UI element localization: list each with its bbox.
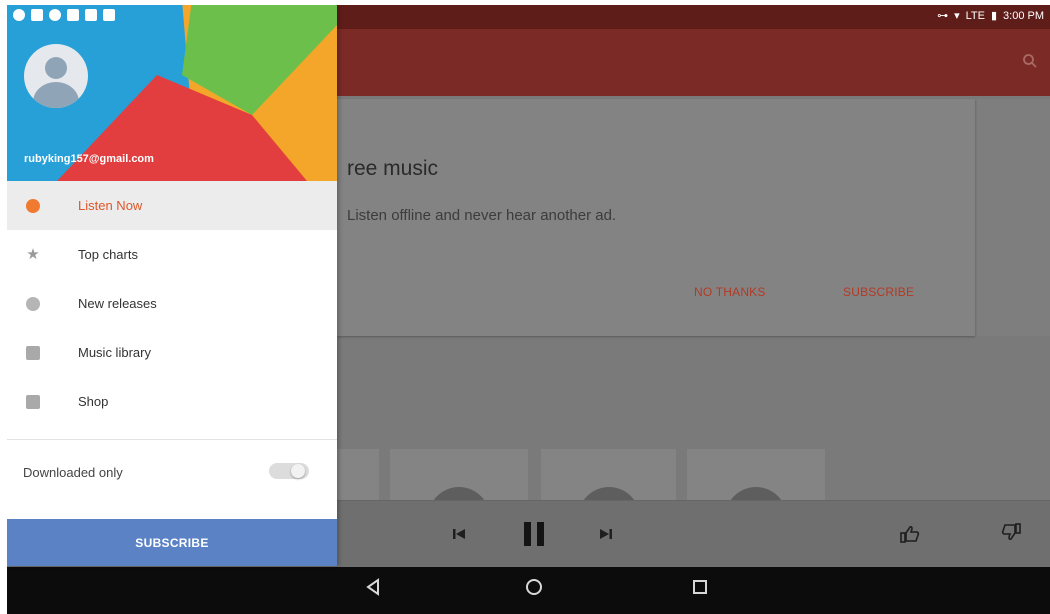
menu-item-listen-now[interactable]: Listen Now	[7, 181, 337, 230]
menu-item-new-releases[interactable]: New releases	[7, 279, 337, 328]
mail-icon	[31, 9, 43, 21]
status-right: ⊶ ▾ LTE ▮ 3:00 PM	[937, 9, 1044, 23]
record-icon	[49, 9, 61, 21]
downloaded-only-toggle[interactable]	[269, 463, 309, 479]
thumbs-up-icon[interactable]	[900, 525, 920, 543]
subscribe-promo-card: ree music Listen offline and never hear …	[337, 99, 975, 336]
menu-item-top-charts[interactable]: ★ Top charts	[7, 230, 337, 279]
music-library-icon	[26, 345, 40, 360]
drawer-header: rubyking157@gmail.com	[7, 5, 337, 181]
system-navigation-bar	[7, 567, 1050, 614]
album-card[interactable]	[541, 449, 676, 507]
wifi-icon: ▾	[954, 10, 960, 22]
new-releases-icon	[26, 296, 40, 311]
album-card[interactable]	[390, 449, 528, 507]
album-card[interactable]	[687, 449, 825, 507]
menu-item-label: Top charts	[78, 247, 138, 262]
status-time: 3:00 PM	[1003, 9, 1044, 22]
no-thanks-button[interactable]: NO THANKS	[694, 285, 766, 299]
account-email[interactable]: rubyking157@gmail.com	[24, 153, 154, 165]
downloaded-only-label: Downloaded only	[23, 465, 123, 480]
drawer-subscribe-button[interactable]: SUBSCRIBE	[7, 519, 337, 566]
pause-icon[interactable]	[521, 521, 547, 547]
drawer-menu: Listen Now ★ Top charts New releases Mus…	[7, 181, 337, 426]
recents-icon[interactable]	[691, 578, 709, 596]
battery-icon: ▮	[990, 10, 998, 22]
album-card[interactable]	[337, 449, 379, 507]
message-icon	[103, 9, 115, 21]
clipboard-icon	[85, 9, 97, 21]
network-type: LTE	[965, 9, 985, 22]
menu-item-label: Music library	[78, 345, 151, 360]
search-icon[interactable]	[1022, 53, 1038, 69]
thumbs-down-icon[interactable]	[1001, 523, 1021, 541]
menu-item-label: Shop	[78, 394, 109, 409]
promo-body: Listen offline and never hear another ad…	[347, 207, 617, 224]
menu-item-label: New releases	[78, 296, 157, 311]
account-avatar[interactable]	[24, 44, 88, 108]
navigation-drawer: rubyking157@gmail.com Listen Now ★ Top c…	[7, 5, 337, 566]
promo-subscribe-button[interactable]: SUBSCRIBE	[843, 285, 914, 299]
promo-title: ree music	[347, 157, 439, 180]
home-icon[interactable]	[525, 578, 543, 596]
shop-icon	[26, 394, 40, 409]
avatar-head	[45, 57, 67, 79]
menu-item-music-library[interactable]: Music library	[7, 328, 337, 377]
drawer-divider	[7, 439, 337, 440]
next-icon[interactable]	[599, 527, 613, 541]
avatar-body	[33, 82, 79, 108]
sdcard-icon	[67, 9, 79, 21]
previous-icon[interactable]	[452, 527, 466, 541]
notification-icons	[13, 9, 115, 21]
vpn-key-icon: ⊶	[937, 10, 949, 22]
menu-item-label: Listen Now	[78, 198, 143, 213]
listen-now-icon	[26, 198, 40, 213]
back-icon[interactable]	[365, 578, 383, 596]
menu-item-shop[interactable]: Shop	[7, 377, 337, 426]
star-icon: ★	[26, 245, 40, 263]
toggle-knob	[291, 464, 305, 478]
device-screen: ⊶ ▾ LTE ▮ 3:00 PM ree music Listen offli…	[7, 5, 1050, 614]
side-panel	[977, 99, 1050, 336]
sync-icon	[13, 9, 25, 21]
